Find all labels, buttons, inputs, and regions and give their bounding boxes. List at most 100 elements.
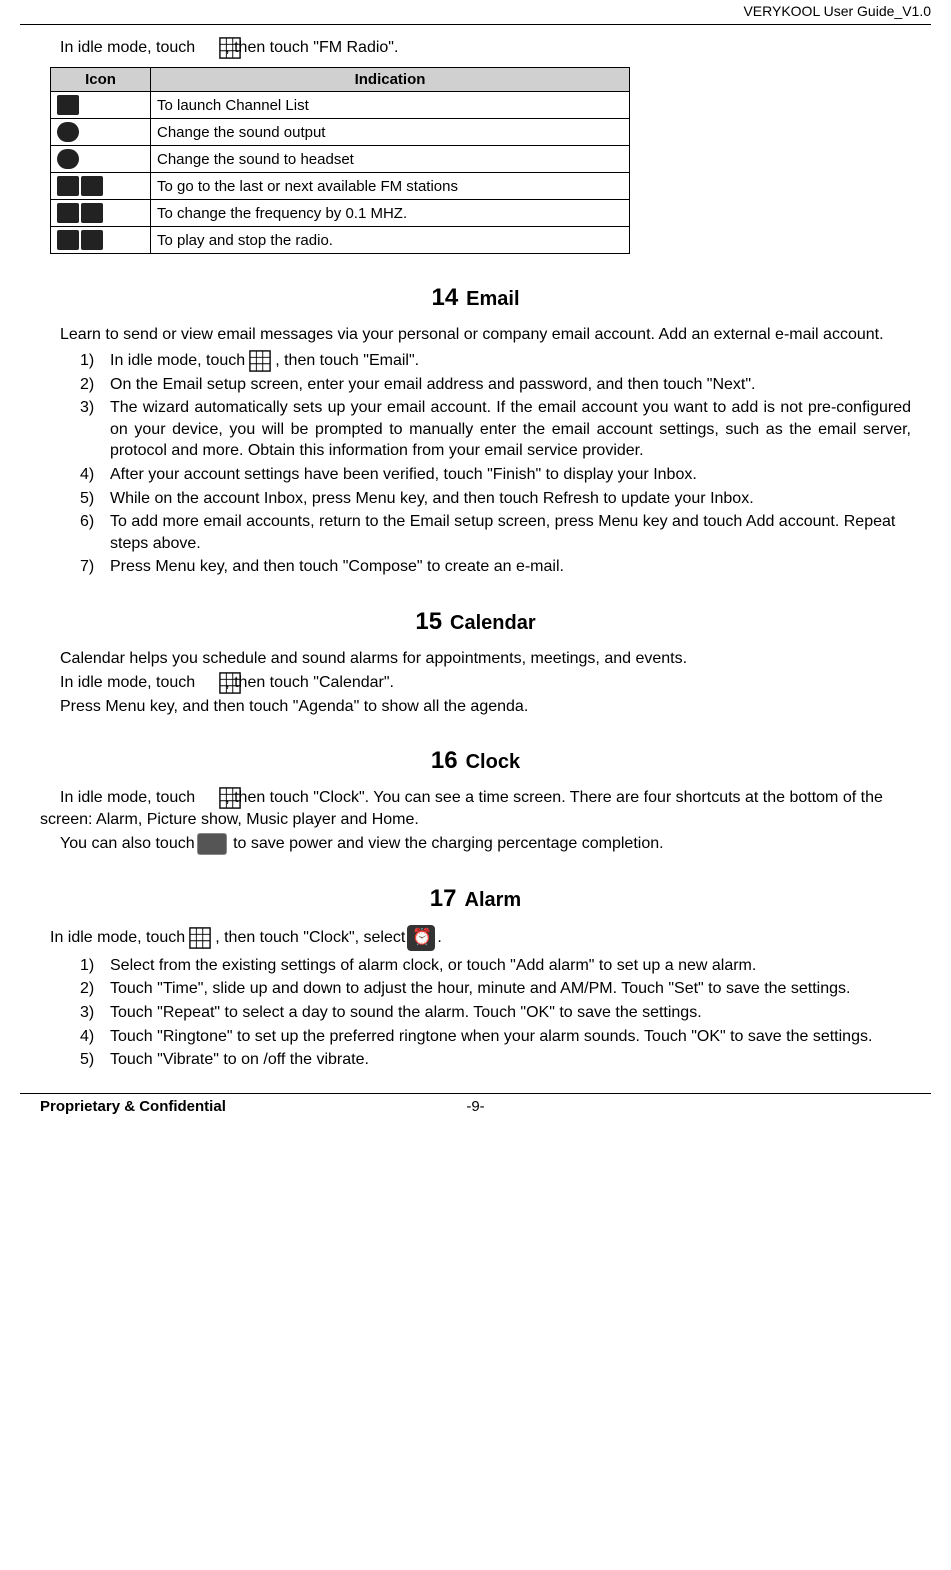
item-number: 3) [80, 397, 94, 419]
next-station-icon [81, 176, 103, 196]
item-number: 2) [80, 374, 94, 396]
list-item: 5) Touch "Vibrate" to on /off the vibrate… [80, 1049, 911, 1071]
item-text: On the Email setup screen, enter your em… [110, 376, 755, 393]
item-text: The wizard automatically sets up your em… [110, 399, 911, 459]
alarm-intro-mid: , then touch "Clock", select [215, 929, 405, 946]
table-header-icon: Icon [51, 68, 151, 92]
freq-down-icon [57, 203, 79, 223]
fm-intro: In idle mode, touch , then touch "FM Radi… [40, 37, 911, 59]
fm-icon-table: Icon Indication To launch Channel List C… [50, 67, 630, 254]
section-number: 14 [431, 284, 458, 311]
calendar-line2-after: , then touch "Calendar". [225, 674, 394, 691]
table-row: To change the frequency by 0.1 MHZ. [51, 200, 630, 227]
calendar-line3: Press Menu key, and then touch "Agenda" … [40, 696, 911, 718]
item-number: 1) [80, 350, 94, 372]
table-cell: To launch Channel List [151, 92, 630, 119]
clock-line2-after: to save power and view the charging perc… [229, 835, 664, 852]
item-number: 5) [80, 1049, 94, 1071]
freq-up-icon [81, 203, 103, 223]
dimmer-icon [197, 833, 227, 855]
calendar-line2: In idle mode, touch , then touch "Calenda… [40, 672, 911, 694]
table-cell: To play and stop the radio. [151, 227, 630, 254]
table-row: Change the sound output [51, 119, 630, 146]
calendar-line2-before: In idle mode, touch [60, 674, 195, 691]
section-title-text: Alarm [465, 889, 522, 911]
item-number: 7) [80, 556, 94, 578]
list-item: 1) Select from the existing settings of a… [80, 955, 911, 977]
list-item: 2) On the Email setup screen, enter your … [80, 374, 911, 396]
fm-intro-after: , then touch "FM Radio". [225, 39, 398, 56]
item-number: 5) [80, 488, 94, 510]
table-row: To launch Channel List [51, 92, 630, 119]
table-row: To play and stop the radio. [51, 227, 630, 254]
table-cell: To change the frequency by 0.1 MHZ. [151, 200, 630, 227]
list-item: 4) After your account settings have been … [80, 464, 911, 486]
item-text: Touch "Repeat" to select a day to sound … [110, 1004, 702, 1021]
item-text: To add more email accounts, return to th… [110, 513, 895, 552]
table-row: To go to the last or next available FM s… [51, 173, 630, 200]
apps-grid-icon [197, 787, 223, 809]
list-item: 6) To add more email accounts, return to … [80, 511, 911, 554]
list-item: 2) Touch "Time", slide up and down to adj… [80, 978, 911, 1000]
stop-icon [81, 230, 103, 250]
item-number: 4) [80, 1026, 94, 1048]
table-cell: Change the sound output [151, 119, 630, 146]
item-text: Select from the existing settings of ala… [110, 957, 756, 974]
apps-grid-icon [197, 37, 223, 59]
email-intro: Learn to send or view email messages via… [40, 324, 911, 346]
calendar-line1: Calendar helps you schedule and sound al… [40, 648, 911, 670]
section-heading-alarm: 17 Alarm [40, 885, 911, 913]
section-number: 17 [430, 885, 457, 912]
section-title-text: Calendar [450, 612, 536, 634]
clock-line1: In idle mode, touch, then touch "Clock".… [40, 787, 911, 831]
item-number: 3) [80, 1002, 94, 1024]
item-text: After your account settings have been ve… [110, 466, 697, 483]
list-item: 1) In idle mode, touch , then touch "Email… [80, 350, 911, 372]
alarm-clock-icon [407, 925, 435, 951]
speaker-icon [57, 122, 79, 142]
section-heading-calendar: 15 Calendar [40, 608, 911, 636]
alarm-intro: In idle mode, touch , then touch "Clock",… [50, 925, 911, 951]
section-heading-email: 14 Email [40, 284, 911, 312]
fm-intro-before: In idle mode, touch [60, 39, 195, 56]
section-heading-clock: 16 Clock [40, 747, 911, 775]
alarm-intro-after: . [437, 929, 441, 946]
list-item: 7) Press Menu key, and then touch "Compos… [80, 556, 911, 578]
item-number: 1) [80, 955, 94, 977]
item-number: 4) [80, 464, 94, 486]
page-header-right: VERYKOOL User Guide_V1.0 [20, 0, 931, 22]
footer-left: Proprietary & Confidential [40, 1098, 226, 1115]
apps-grid-icon [197, 672, 223, 694]
alarm-steps: 1) Select from the existing settings of a… [80, 955, 911, 1071]
page-footer: Proprietary & Confidential -9- [20, 1093, 931, 1119]
item-text: While on the account Inbox, press Menu k… [110, 490, 754, 507]
alarm-intro-before: In idle mode, touch [50, 929, 185, 946]
item-number: 6) [80, 511, 94, 533]
list-item: 4)Touch "Ringtone" to set up the preferr… [80, 1026, 911, 1048]
headset-icon [57, 149, 79, 169]
list-item: 3) Touch "Repeat" to select a day to soun… [80, 1002, 911, 1024]
item-text: Touch "Time", slide up and down to adjus… [110, 980, 850, 997]
apps-grid-icon [247, 350, 273, 372]
table-header-indication: Indication [151, 68, 630, 92]
list-item: 3) The wizard automatically sets up your … [80, 397, 911, 462]
table-cell: To go to the last or next available FM s… [151, 173, 630, 200]
apps-grid-icon [187, 927, 213, 949]
email-steps: 1) In idle mode, touch , then touch "Email… [80, 350, 911, 578]
section-number: 16 [431, 747, 458, 774]
prev-station-icon [57, 176, 79, 196]
section-title-text: Clock [466, 751, 520, 773]
item-text: Press Menu key, and then touch "Compose"… [110, 558, 564, 575]
list-item: 5) While on the account Inbox, press Menu… [80, 488, 911, 510]
list-icon [57, 95, 79, 115]
table-row: Change the sound to headset [51, 146, 630, 173]
item-number: 2) [80, 978, 94, 1000]
section-title-text: Email [466, 288, 519, 310]
section-number: 15 [415, 608, 442, 635]
clock-line2: You can also touch to save power and vie… [40, 833, 911, 855]
table-cell: Change the sound to headset [151, 146, 630, 173]
item-text-after: , then touch "Email". [275, 352, 419, 369]
clock-line1-before: In idle mode, touch [60, 789, 195, 806]
item-text: Touch "Vibrate" to on /off the vibrate. [110, 1051, 369, 1068]
item-text-before: In idle mode, touch [110, 352, 245, 369]
